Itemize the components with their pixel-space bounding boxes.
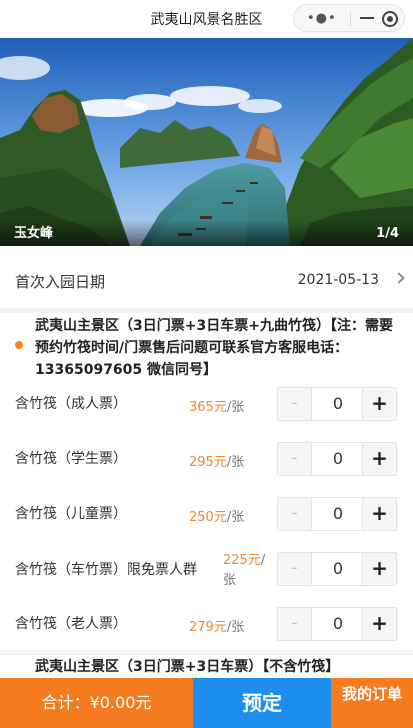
minimize-icon[interactable] (360, 17, 374, 19)
ticket-price: 279元/张 (189, 616, 244, 635)
ticket-row: 含竹筏（老人票） 279元/张 - 0 + (0, 597, 413, 652)
ticket-name: 含竹筏（老人票） (15, 616, 127, 632)
ticket-price-amount: 295元 (189, 455, 227, 470)
quantity-value[interactable]: 0 (312, 553, 364, 585)
quantity-stepper: - 0 + (277, 387, 397, 421)
visit-date-value[interactable]: 2021-05-13 (298, 272, 379, 288)
quantity-value[interactable]: 0 (312, 443, 364, 475)
decrease-button[interactable]: - (278, 553, 312, 585)
ticket-price: 295元/张 (189, 451, 244, 470)
ticket-group-title: 武夷山主景区（3日门票+3日车票+九曲竹筏）【注：需要预约竹筏时间/门票售后问题… (35, 318, 393, 378)
increase-button[interactable]: + (362, 498, 396, 530)
increase-button[interactable]: + (362, 443, 396, 475)
ticket-price-unit: /张 (226, 620, 245, 635)
visit-date-row[interactable]: 首次入园日期 2021-05-13 (0, 250, 413, 308)
visit-date-label: 首次入园日期 (15, 273, 106, 291)
ticket-price-amount: 365元 (189, 400, 227, 415)
ticket-name: 含竹筏（成人票） (15, 396, 127, 412)
ticket-price-amount: 225元 (223, 553, 261, 568)
increase-button[interactable]: + (362, 553, 396, 585)
decrease-button[interactable]: - (278, 608, 312, 640)
quantity-stepper: - 0 + (277, 442, 397, 476)
ticket-price-amount: 279元 (189, 620, 227, 635)
increase-button[interactable]: + (362, 608, 396, 640)
banner-carousel[interactable]: 玉女峰 1/4 (0, 38, 413, 246)
nav-bar: 武夷山风景名胜区 •●• (0, 0, 413, 38)
quantity-stepper: - 0 + (277, 552, 397, 586)
mini-program-capsule: •●• (293, 4, 405, 32)
decrease-button[interactable]: - (278, 388, 312, 420)
decrease-button[interactable]: - (278, 443, 312, 475)
ticket-price-unit: /张 (226, 455, 245, 470)
ticket-price-amount: 250元 (189, 510, 227, 525)
ticket-price-unit: /张 (226, 400, 245, 415)
ticket-row: 含竹筏（儿童票） 250元/张 - 0 + (0, 487, 413, 542)
ticket-group-header: 武夷山主景区（3日门票+3日车票）【不含竹筏】 (0, 655, 413, 678)
decrease-button[interactable]: - (278, 498, 312, 530)
chevron-right-icon (393, 272, 405, 284)
ticket-row: 含竹筏（成人票） 365元/张 - 0 + (0, 377, 413, 432)
ticket-price: 250元/张 (189, 506, 244, 525)
my-orders-button[interactable]: 我的订单 (331, 678, 413, 728)
ticket-group-title: 武夷山主景区（3日门票+3日车票）【不含竹筏】 (35, 659, 340, 675)
ticket-price: 225元/张 (223, 551, 271, 591)
quantity-value[interactable]: 0 (312, 498, 364, 530)
ticket-group-header: 武夷山主景区（3日门票+3日车票+九曲竹筏）【注：需要预约竹筏时间/门票售后问题… (0, 313, 413, 379)
ticket-row: 含竹筏（学生票） 295元/张 - 0 + (0, 432, 413, 487)
banner-caption: 玉女峰 (14, 226, 54, 241)
ticket-name: 含竹筏（学生票） (15, 451, 127, 467)
quantity-value[interactable]: 0 (312, 608, 364, 640)
bullet-dot-icon (15, 341, 23, 349)
banner-image (0, 38, 413, 246)
checkout-bar: 合计：¥0.00元 预定 我的订单 (0, 678, 413, 728)
increase-button[interactable]: + (362, 388, 396, 420)
book-button[interactable]: 预定 (193, 678, 331, 728)
more-dots-icon[interactable]: •●• (307, 12, 337, 25)
capsule-divider (350, 11, 351, 27)
ticket-price: 365元/张 (189, 396, 244, 415)
banner-pager: 1/4 (376, 226, 399, 241)
ticket-price-unit: /张 (226, 510, 245, 525)
ticket-name: 含竹筏（儿童票） (15, 506, 127, 522)
ticket-name: 含竹筏（车竹票）限免票人群 (15, 562, 197, 578)
quantity-value[interactable]: 0 (312, 388, 364, 420)
quantity-stepper: - 0 + (277, 497, 397, 531)
order-total: 合计：¥0.00元 (0, 678, 193, 728)
target-circle-icon[interactable] (382, 11, 398, 27)
banner-caption-shade (0, 220, 413, 246)
quantity-stepper: - 0 + (277, 607, 397, 641)
